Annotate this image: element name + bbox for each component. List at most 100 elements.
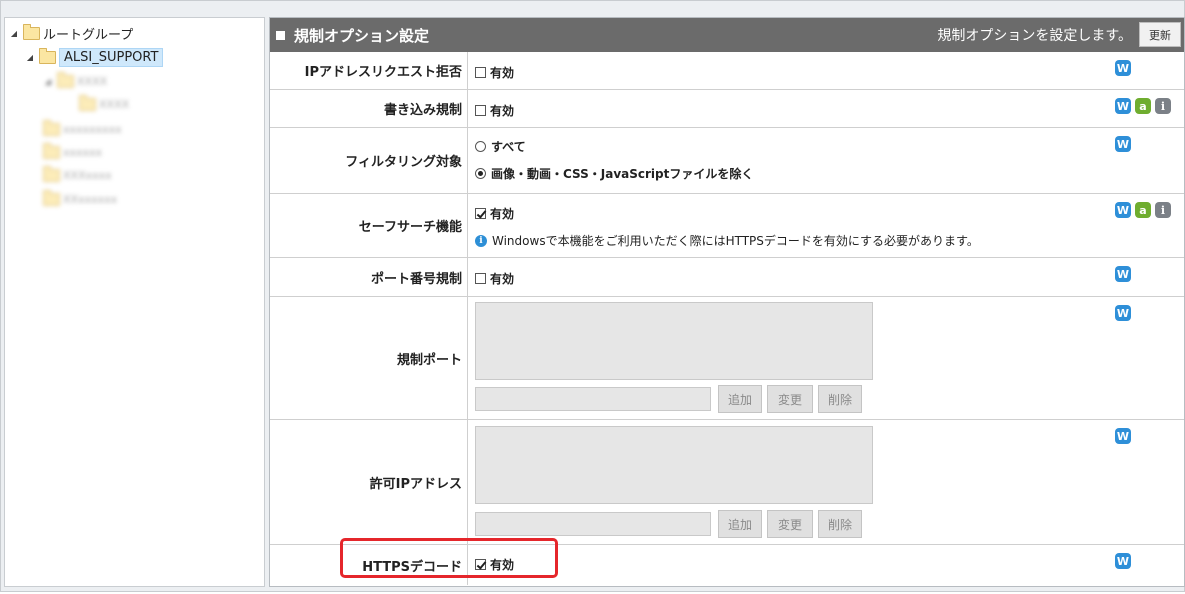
tree-node-blurred[interactable]: ◢ XXXX: [43, 71, 107, 91]
tree-node-label-selected: ALSI_SUPPORT: [59, 47, 164, 67]
tree-node-label: ルートグループ: [43, 27, 134, 43]
checkbox-label: 有効: [490, 207, 515, 221]
web-help-icon[interactable]: W: [1115, 136, 1131, 152]
https-decode-toggle[interactable]: 有効: [475, 556, 514, 573]
row-ip-request-reject: IPアドレスリクエスト拒否 有効 W: [270, 52, 1184, 90]
checkbox-label: 有効: [490, 66, 515, 80]
row-content: 追加 変更 削除: [475, 297, 1104, 419]
checkbox-label: 有効: [490, 558, 515, 572]
web-help-icon[interactable]: W: [1115, 553, 1131, 569]
change-port-button[interactable]: 変更: [767, 385, 813, 413]
checkbox[interactable]: [475, 273, 486, 284]
delete-port-button[interactable]: 削除: [818, 385, 862, 413]
write-restriction-toggle[interactable]: 有効: [475, 102, 514, 119]
folder-icon: [43, 189, 60, 206]
android-help-icon[interactable]: a: [1135, 202, 1151, 218]
note-text: Windowsで本機能をご利用いただく際にはHTTPSデコードを有効にする必要が…: [492, 234, 979, 248]
row-label: フィルタリング対象: [270, 128, 468, 193]
panel-header: 規制オプション設定 規制オプションを設定します。 更新: [270, 18, 1184, 52]
info-icon: i: [475, 234, 487, 247]
restricted-port-input[interactable]: [475, 387, 711, 411]
row-https-decode: HTTPSデコード 有効 W: [270, 545, 1184, 585]
row-content: 有効: [475, 90, 1104, 127]
delete-ip-button[interactable]: 削除: [818, 510, 862, 538]
checkbox[interactable]: [475, 105, 486, 116]
checkbox-checked[interactable]: [475, 559, 486, 570]
panel-title-text: 規制オプション設定: [294, 27, 430, 45]
panel-title: 規制オプション設定: [276, 25, 429, 46]
web-help-icon[interactable]: W: [1115, 98, 1131, 114]
help-icons: W: [1115, 60, 1131, 76]
radio-button-selected[interactable]: [475, 168, 486, 179]
row-filtering-target: フィルタリング対象 すべて 画像・動画・CSS・JavaScriptファイルを除…: [270, 128, 1184, 194]
row-label: ポート番号規制: [270, 258, 468, 296]
folder-icon: [43, 142, 60, 159]
restriction-options-panel: 規制オプション設定 規制オプションを設定します。 更新 IPアドレスリクエスト拒…: [269, 17, 1185, 587]
row-write-restriction: 書き込み規制 有効 W a i: [270, 90, 1184, 128]
row-port-restriction: ポート番号規制 有効 W: [270, 258, 1184, 297]
checkbox[interactable]: [475, 67, 486, 78]
row-allowed-ips: 許可IPアドレス 追加 変更 削除 W: [270, 420, 1184, 545]
folder-icon: [79, 94, 96, 111]
web-help-icon[interactable]: W: [1115, 202, 1131, 218]
ios-help-icon[interactable]: i: [1155, 202, 1171, 218]
filtering-option-exclude-media[interactable]: 画像・動画・CSS・JavaScriptファイルを除く: [475, 165, 753, 182]
safe-search-toggle[interactable]: 有効: [475, 205, 514, 222]
row-content: 有効 i Windowsで本機能をご利用いただく際にはHTTPSデコードを有効に…: [475, 194, 1104, 257]
tree-node-blurred[interactable]: XXXxxxx: [39, 165, 112, 185]
help-icons: W: [1115, 305, 1131, 321]
folder-icon: [43, 119, 60, 136]
row-label: 規制ポート: [270, 297, 468, 419]
tree-node-blurred[interactable]: xxxxxxxxx: [39, 119, 122, 139]
expand-triangle-icon[interactable]: ◢: [25, 53, 35, 62]
row-label: セーフサーチ機能: [270, 194, 468, 257]
radio-label: すべて: [491, 140, 526, 154]
web-help-icon[interactable]: W: [1115, 428, 1131, 444]
help-icons: W: [1115, 553, 1131, 569]
expand-triangle-icon[interactable]: ◢: [9, 29, 19, 38]
restricted-ports-list[interactable]: [475, 302, 873, 380]
ip-request-reject-toggle[interactable]: 有効: [475, 64, 514, 81]
tree-node-blurred[interactable]: XXxxxxxx: [39, 189, 117, 209]
tree-node-alsi-support[interactable]: ◢ ALSI_SUPPORT: [25, 47, 164, 67]
panel-description: 規制オプションを設定します。: [937, 28, 1132, 44]
safe-search-note: i Windowsで本機能をご利用いただく際にはHTTPSデコードを有効にする必…: [475, 232, 979, 249]
ios-help-icon[interactable]: i: [1155, 98, 1171, 114]
folder-icon: [57, 71, 74, 88]
refresh-button[interactable]: 更新: [1139, 22, 1181, 47]
tree-node-label: XXXX: [77, 74, 108, 88]
row-content: 有効: [475, 545, 1104, 585]
folder-icon: [43, 165, 60, 182]
web-help-icon[interactable]: W: [1115, 266, 1131, 282]
tree-node-label: xxxxxx: [63, 145, 103, 159]
filtering-option-all[interactable]: すべて: [475, 138, 526, 155]
row-label: IPアドレスリクエスト拒否: [270, 52, 468, 89]
tree-node-blurred[interactable]: XXXX: [75, 94, 129, 114]
web-help-icon[interactable]: W: [1115, 60, 1131, 76]
app-frame: ◢ ルートグループ ◢ ALSI_SUPPORT ◢ XXXX XXXX xxx…: [0, 0, 1185, 592]
port-restriction-toggle[interactable]: 有効: [475, 270, 514, 287]
add-ip-button[interactable]: 追加: [718, 510, 762, 538]
expand-triangle-icon[interactable]: ◢: [43, 77, 53, 86]
tree-node-label: XXXxxxx: [63, 168, 112, 182]
square-bullet-icon: [276, 31, 285, 40]
tree-node-blurred[interactable]: xxxxxx: [39, 142, 102, 162]
allowed-ip-input[interactable]: [475, 512, 711, 536]
row-label: HTTPSデコード: [270, 545, 468, 585]
web-help-icon[interactable]: W: [1115, 305, 1131, 321]
row-restricted-ports: 規制ポート 追加 変更 削除 W: [270, 297, 1184, 420]
help-icons: W a i: [1115, 98, 1171, 114]
radio-button[interactable]: [475, 141, 486, 152]
help-icons: W: [1115, 266, 1131, 282]
row-content: 追加 変更 削除: [475, 420, 1104, 544]
add-port-button[interactable]: 追加: [718, 385, 762, 413]
group-tree: ◢ ルートグループ ◢ ALSI_SUPPORT ◢ XXXX XXXX xxx…: [4, 17, 265, 587]
tree-node-root[interactable]: ◢ ルートグループ: [9, 23, 133, 43]
android-help-icon[interactable]: a: [1135, 98, 1151, 114]
change-ip-button[interactable]: 変更: [767, 510, 813, 538]
allowed-ips-list[interactable]: [475, 426, 873, 504]
row-content: 有効: [475, 52, 1104, 89]
help-icons: W a i: [1115, 202, 1171, 218]
checkbox-label: 有効: [490, 272, 515, 286]
checkbox-checked[interactable]: [475, 208, 486, 219]
